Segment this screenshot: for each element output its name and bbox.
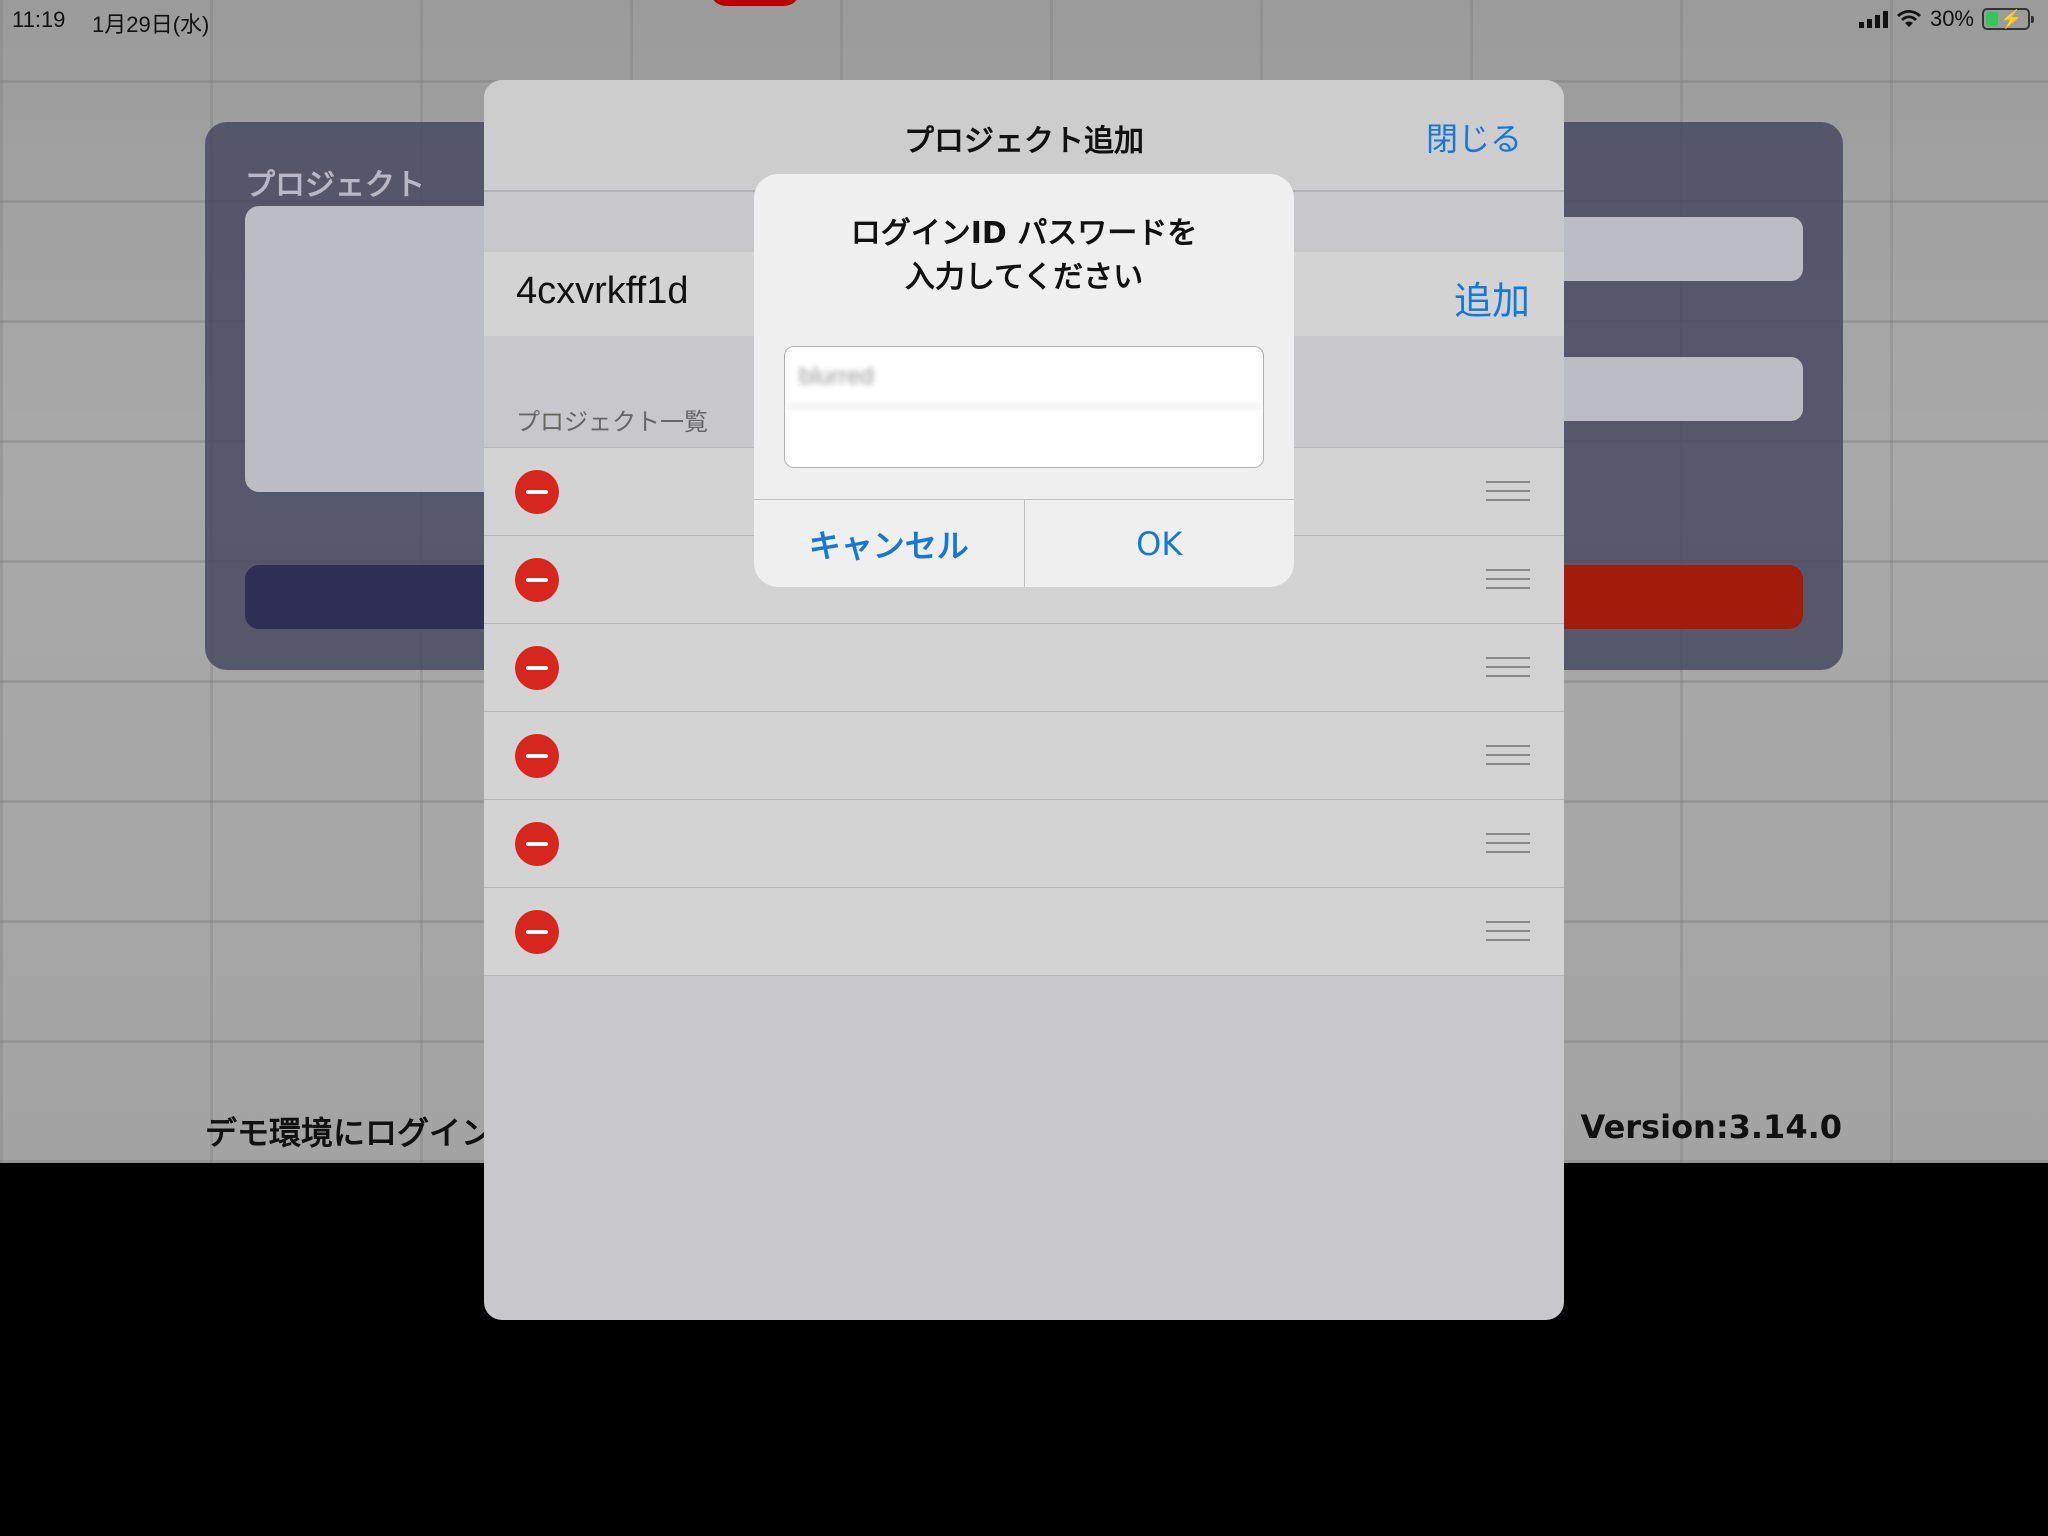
login-id-input[interactable] <box>785 347 1263 407</box>
alert-input-group <box>784 346 1264 468</box>
project-label: プロジェクト <box>245 168 425 203</box>
charging-bolt-icon: ⚡ <box>2000 9 2023 29</box>
delete-icon[interactable] <box>515 470 559 514</box>
demo-login-link: デモ環境にログイン <box>205 1114 494 1152</box>
cellular-signal-icon <box>1858 10 1888 28</box>
status-time: 11:19 <box>12 7 66 32</box>
reorder-handle-icon[interactable] <box>1486 481 1530 503</box>
delete-icon[interactable] <box>515 734 559 778</box>
reorder-handle-icon[interactable] <box>1486 569 1530 591</box>
close-button[interactable]: 閉じる <box>1426 114 1522 160</box>
battery-percent: 30% <box>1929 6 1974 31</box>
delete-icon[interactable] <box>515 910 559 954</box>
delete-icon[interactable] <box>515 558 559 602</box>
version-label: Version:3.14.0 <box>1580 1108 1842 1146</box>
list-item[interactable] <box>484 623 1564 711</box>
delete-icon[interactable] <box>515 822 559 866</box>
reorder-handle-icon[interactable] <box>1486 833 1530 855</box>
alert-title: ログインID パスワードを 入力してください <box>754 212 1294 300</box>
project-id-input[interactable]: 4cxvrkff1d <box>516 270 688 313</box>
cancel-button[interactable]: キャンセル <box>754 500 1025 587</box>
alert-title-line2: 入力してください <box>904 260 1144 295</box>
ok-button[interactable]: OK <box>1025 500 1295 587</box>
add-button[interactable]: 追加 <box>1454 270 1530 325</box>
delete-icon[interactable] <box>515 646 559 690</box>
reorder-handle-icon[interactable] <box>1486 921 1530 943</box>
alert-buttons: キャンセル OK <box>754 499 1294 587</box>
list-item[interactable] <box>484 711 1564 799</box>
project-list-header: プロジェクト一覧 <box>516 408 708 436</box>
status-date: 1月29日(水) <box>92 12 210 37</box>
password-input[interactable] <box>785 407 1263 467</box>
reorder-handle-icon[interactable] <box>1486 657 1530 679</box>
reorder-handle-icon[interactable] <box>1486 745 1530 767</box>
status-bar: 11:19 1月29日(水) 30% ⚡ <box>0 0 2048 40</box>
alert-title-line1: ログインID パスワードを <box>850 216 1198 251</box>
battery-fill <box>1986 12 1998 26</box>
status-right: 30% ⚡ <box>1858 6 2034 32</box>
wifi-icon <box>1896 10 1921 27</box>
battery-icon: ⚡ <box>1982 8 2034 30</box>
list-divider <box>484 975 1564 976</box>
list-item[interactable] <box>484 799 1564 887</box>
list-item[interactable] <box>484 887 1564 975</box>
login-alert-dialog: ログインID パスワードを 入力してください キャンセル OK <box>754 174 1294 587</box>
modal-title: プロジェクト追加 <box>904 124 1144 159</box>
